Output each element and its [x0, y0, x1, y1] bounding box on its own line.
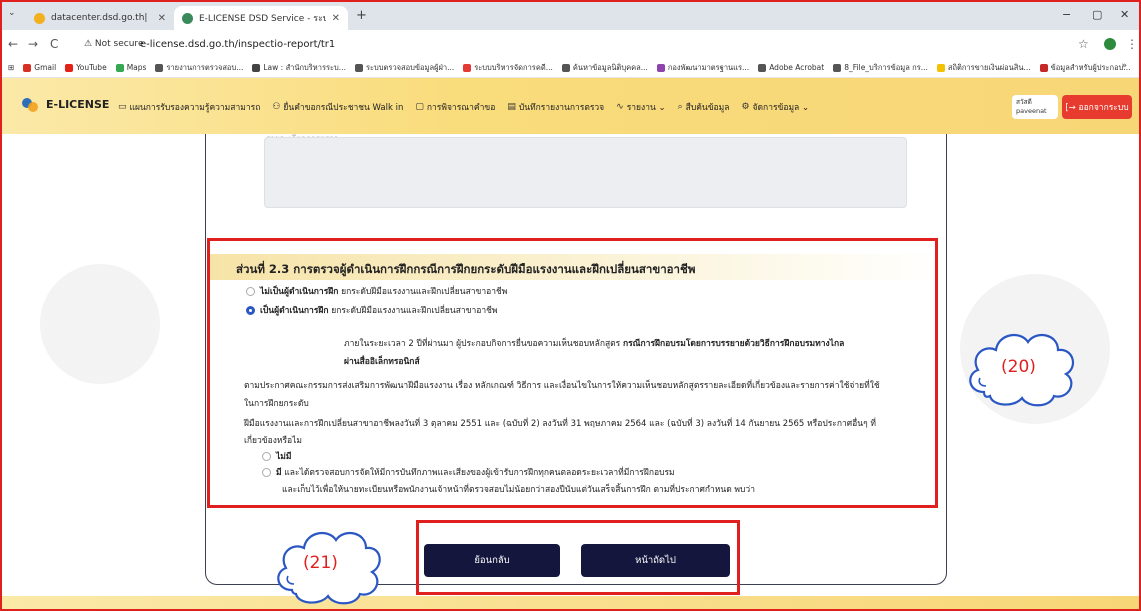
- annotation-label-20: (20): [1001, 357, 1036, 377]
- minimize-button[interactable]: −: [1062, 8, 1071, 21]
- bookmark-favicon-icon: [115, 63, 124, 72]
- inspection-details-textarea[interactable]: [264, 137, 907, 208]
- bookmark-item[interactable]: YouTube: [65, 63, 107, 72]
- menu-item-reports[interactable]: ∿ รายงาน ⌄: [616, 100, 665, 114]
- bookmark-item[interactable]: Adobe Acrobat: [758, 63, 824, 72]
- new-tab-button[interactable]: +: [356, 8, 367, 23]
- tab-favicon-icon: [34, 12, 45, 24]
- menu-item-inspection-report[interactable]: ▤ บันทึกรายงานการตรวจ: [507, 100, 604, 114]
- menu-item-manage-data[interactable]: ⚙ จัดการข้อมูล ⌄: [741, 100, 809, 114]
- pulse-icon: ∿: [616, 102, 624, 112]
- gear-icon: ⚙: [741, 102, 750, 112]
- bookmark-favicon-icon: [936, 63, 945, 72]
- search-icon: ⌕: [677, 102, 683, 112]
- menu-item-consider-request[interactable]: ▢ การพิจารณาคำขอ: [415, 100, 495, 114]
- bookmark-favicon-icon: [758, 63, 767, 72]
- tab-search-icon[interactable]: ⌄: [8, 8, 16, 18]
- logout-button[interactable]: [→ ออกจากระบบ: [1062, 95, 1132, 119]
- annotation-box-21: [416, 520, 740, 595]
- bookmark-favicon-icon: [463, 63, 472, 72]
- bookmark-star-icon[interactable]: ☆: [1078, 37, 1089, 51]
- document-icon: ▤: [507, 102, 516, 112]
- back-icon[interactable]: ←: [8, 37, 18, 51]
- tab-title: datacenter.dsd.go.th|: [51, 13, 148, 23]
- user-greeting: สวัสดี: [1016, 98, 1032, 106]
- calendar-icon: ▢: [415, 102, 424, 112]
- bookmark-favicon-icon: [252, 63, 261, 72]
- tab-datacenter[interactable]: datacenter.dsd.go.th| ✕: [26, 6, 174, 30]
- url-field[interactable]: e-license.dsd.go.th/inspectio-report/tr1: [140, 39, 335, 50]
- bookmark-favicon-icon: [1039, 63, 1048, 72]
- bookmark-item[interactable]: รายงานการตรวจสอบ...: [155, 62, 243, 74]
- annotation-box-20: [207, 238, 938, 508]
- bookmark-favicon-icon: [23, 63, 32, 72]
- bookmark-item[interactable]: ค้นหาข้อมูลนิติบุคคล...: [561, 62, 648, 74]
- not-secure-badge[interactable]: ⚠ Not secure: [84, 39, 143, 49]
- site-header: E-LICENSE ▭ แผนการรับรองความรู้ความสามารถ…: [0, 78, 1141, 134]
- maximize-button[interactable]: ▢: [1092, 8, 1102, 21]
- bookmark-item[interactable]: 8_File_บริการข้อมูล กร...: [833, 62, 928, 74]
- menu-item-walk-in[interactable]: ⚇ ยื่นคำขอกรณีประชาชน Walk in: [272, 100, 403, 114]
- bookmark-item[interactable]: ระบบตรวจสอบข้อมูลผู้ฝ่า...: [354, 62, 454, 74]
- bookmark-favicon-icon: [833, 63, 842, 72]
- bookmark-item[interactable]: กองพัฒนามาตรฐานแร...: [656, 62, 749, 74]
- bookmark-item[interactable]: Law : สำนักบริหารระบ...: [252, 62, 346, 74]
- bookmark-favicon-icon: [354, 63, 363, 72]
- tab-title: E-LICENSE DSD Service - ระบบใ: [199, 14, 326, 24]
- tab-close-icon[interactable]: ✕: [158, 13, 166, 24]
- reload-icon[interactable]: C: [50, 37, 58, 51]
- menu-item-certification-plan[interactable]: ▭ แผนการรับรองความรู้ความสามารถ: [118, 100, 260, 114]
- tab-close-icon[interactable]: ✕: [332, 13, 340, 24]
- tab-favicon-icon: [182, 12, 193, 24]
- footer-strip: [0, 596, 1141, 611]
- address-bar: ← → C ⚠ Not secure e-license.dsd.go.th/i…: [0, 30, 1141, 58]
- main-menu: ▭ แผนการรับรองความรู้ความสามารถ ⚇ ยื่นคำขอ…: [118, 100, 809, 114]
- close-window-button[interactable]: ✕: [1120, 8, 1129, 21]
- browser-tab-strip: ⌄ datacenter.dsd.go.th| ✕ E-LICENSE DSD …: [0, 0, 1141, 30]
- bookmark-favicon-icon: [561, 63, 570, 72]
- bookmark-item[interactable]: ข้อมูลสำหรับผู้ประกอบ...: [1039, 62, 1131, 74]
- bookmark-item[interactable]: ระบบบริหารจัดการคดี...: [463, 62, 553, 74]
- user-chip[interactable]: สวัสดี paveenat: [1012, 95, 1058, 119]
- bookmark-favicon-icon: [155, 63, 164, 72]
- user-plus-icon: ⚇: [272, 102, 281, 112]
- bookmark-item[interactable]: Maps: [115, 63, 146, 72]
- annotation-label-21: (21): [303, 553, 338, 573]
- bookmarks-bar: ⊞ Gmail YouTube Maps รายงานการตรวจสอบ...…: [0, 58, 1141, 78]
- forward-icon[interactable]: →: [28, 37, 38, 51]
- apps-grid-icon[interactable]: ⊞: [8, 63, 14, 72]
- profile-avatar[interactable]: [1104, 38, 1116, 50]
- bookmark-item[interactable]: Gmail: [23, 63, 56, 72]
- bookmark-favicon-icon: [656, 63, 665, 72]
- menu-item-search[interactable]: ⌕ สืบค้นข้อมูล: [678, 100, 730, 114]
- bookmark-item[interactable]: สถิติการขายเงินผ่อนสิน...: [936, 62, 1031, 74]
- browser-menu-icon[interactable]: ⋮: [1126, 37, 1138, 51]
- bookmark-favicon-icon: [65, 63, 74, 72]
- bookmarks-more-icon[interactable]: »: [1121, 61, 1127, 71]
- logo-icon: [22, 98, 38, 112]
- book-icon: ▭: [118, 102, 127, 112]
- user-name: paveenat: [1016, 107, 1047, 115]
- tab-elicense[interactable]: E-LICENSE DSD Service - ระบบใ ✕: [174, 6, 348, 30]
- site-logo-text[interactable]: E-LICENSE: [46, 98, 109, 111]
- watermark-shape: [40, 264, 160, 384]
